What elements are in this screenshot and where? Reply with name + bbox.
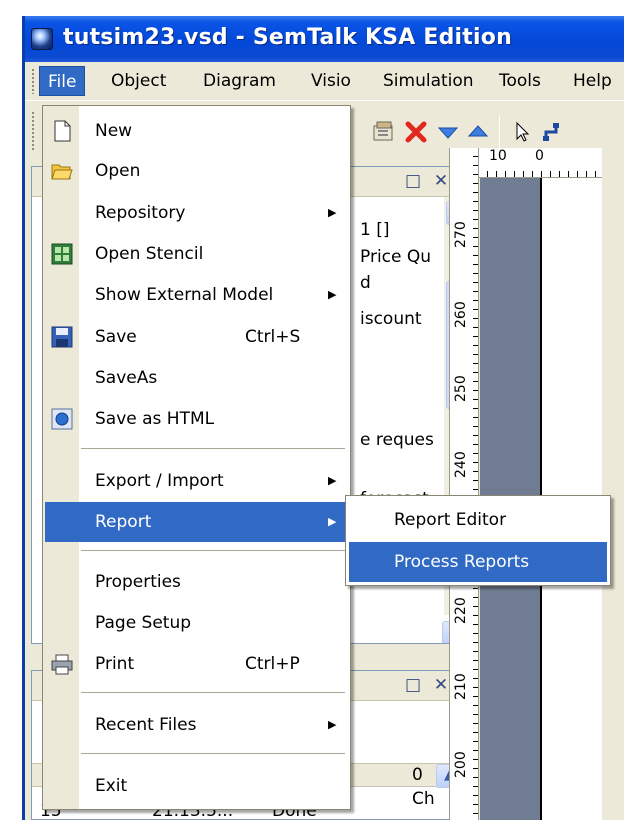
ruler-number: 220 <box>453 597 469 624</box>
window-title: tutsim23.vsd - SemTalk KSA Edition <box>63 25 512 50</box>
pointer-icon[interactable] <box>509 119 535 145</box>
menu-item-label: Open <box>95 161 141 181</box>
menu-item-label: Page Setup <box>95 613 192 633</box>
menu-file-label: File <box>48 72 77 92</box>
menu-item-exit[interactable]: Exit <box>45 766 348 806</box>
menu-diagram[interactable]: Diagram <box>195 66 284 96</box>
panel-text-line: e reques <box>360 430 434 450</box>
menu-item-label: Repository <box>95 203 186 223</box>
panel-text-line: Price Qu <box>360 247 432 267</box>
menu-bar: File Object Diagram Visio Simulation Too… <box>25 62 624 100</box>
toolbar-separator <box>499 115 500 149</box>
app-icon[interactable] <box>31 28 53 50</box>
menu-item-label: Print <box>95 654 135 674</box>
menu-item-properties[interactable]: Properties <box>45 562 348 602</box>
menu-item-show-external-model[interactable]: Show External Model ▶ <box>45 275 348 315</box>
menu-item-save-as-html[interactable]: Save as HTML <box>45 399 348 439</box>
menu-item-saveas[interactable]: SaveAs <box>45 358 348 398</box>
horizontal-ruler: 10 0 <box>479 148 602 178</box>
ruler-number: 250 <box>453 375 469 402</box>
menu-item-save[interactable]: Save Ctrl+S <box>45 317 348 357</box>
menu-item-print[interactable]: Print Ctrl+P <box>45 644 348 684</box>
ruler-number: 210 <box>453 673 469 700</box>
submenu-item-report-editor[interactable]: Report Editor <box>349 500 607 540</box>
menu-object[interactable]: Object <box>103 66 174 96</box>
menu-item-shortcut: Ctrl+P <box>245 654 300 674</box>
column-header: 0 <box>412 765 423 785</box>
toolbar-grip[interactable] <box>31 111 35 151</box>
menu-item-recent-files[interactable]: Recent Files ▶ <box>45 705 348 745</box>
menubar-grip[interactable] <box>31 68 35 94</box>
menu-item-label: Report <box>95 512 152 532</box>
file-menu: New Open Repository ▶ Open Stencil Show … <box>42 105 351 810</box>
menu-separator <box>81 550 345 551</box>
menu-item-label: Save as HTML <box>95 409 215 429</box>
panel-text-line: 1 [] <box>360 220 390 240</box>
ruler-number: 240 <box>453 451 469 478</box>
panel-text-line: d <box>360 273 371 293</box>
ruler-number: 10 <box>489 148 507 164</box>
menu-separator <box>81 448 345 449</box>
menu-item-label: Open Stencil <box>95 244 204 264</box>
submenu-item-label: Report Editor <box>394 510 507 530</box>
menu-item-label: New <box>95 121 133 141</box>
menu-simulation[interactable]: Simulation <box>375 66 482 96</box>
connector-icon[interactable] <box>541 119 567 145</box>
ruler-number: 270 <box>453 221 469 248</box>
move-down-icon[interactable] <box>435 119 461 145</box>
move-up-icon[interactable] <box>465 119 491 145</box>
submenu-arrow-icon: ▶ <box>328 718 337 731</box>
submenu-item-process-reports[interactable]: Process Reports <box>349 542 607 582</box>
save-icon <box>51 326 73 348</box>
ruler-number: 200 <box>453 751 469 778</box>
printer-icon <box>51 653 73 675</box>
restore-icon[interactable]: □ <box>402 170 424 192</box>
menu-item-repository[interactable]: Repository ▶ <box>45 193 348 233</box>
menu-help[interactable]: Help <box>565 66 620 96</box>
menu-item-report[interactable]: Report ▶ <box>45 502 348 542</box>
menu-separator <box>81 753 345 754</box>
menu-item-label: Export / Import <box>95 471 224 491</box>
menu-item-label: Properties <box>95 572 181 592</box>
ruler-number: 260 <box>453 301 469 328</box>
submenu-arrow-icon: ▶ <box>328 288 337 301</box>
stencil-icon <box>51 243 73 265</box>
restore-icon[interactable]: □ <box>402 674 424 696</box>
open-folder-icon <box>51 160 73 182</box>
new-document-icon <box>51 120 73 142</box>
menu-item-label: Exit <box>95 776 128 796</box>
submenu-arrow-icon: ▶ <box>328 206 337 219</box>
menu-item-open-stencil[interactable]: Open Stencil <box>45 234 348 274</box>
menu-tools[interactable]: Tools <box>491 66 549 96</box>
menu-item-new[interactable]: New <box>45 111 348 151</box>
cell-value: Ch <box>412 789 435 809</box>
report-submenu: Report Editor Process Reports <box>345 495 611 586</box>
submenu-arrow-icon: ▶ <box>328 515 337 528</box>
submenu-item-label: Process Reports <box>394 552 530 572</box>
menu-item-label: Show External Model <box>95 285 274 305</box>
vertical-ruler: 270 260 250 240 220 210 200 <box>449 148 479 820</box>
ruler-number: 0 <box>535 148 544 164</box>
menu-item-page-setup[interactable]: Page Setup <box>45 603 348 643</box>
menu-item-label: Recent Files <box>95 715 197 735</box>
submenu-arrow-icon: ▶ <box>328 474 337 487</box>
menu-item-label: Save <box>95 327 137 347</box>
panel-text-line: iscount <box>360 309 422 329</box>
menu-visio[interactable]: Visio <box>303 66 359 96</box>
properties-icon[interactable] <box>371 119 397 145</box>
html-icon <box>51 408 73 430</box>
menu-file[interactable]: File <box>39 66 86 96</box>
menu-item-label: SaveAs <box>95 368 158 388</box>
menu-item-export-import[interactable]: Export / Import ▶ <box>45 461 348 501</box>
title-bar[interactable]: tutsim23.vsd - SemTalk KSA Edition <box>25 16 624 62</box>
menu-item-open[interactable]: Open <box>45 151 348 191</box>
menu-item-shortcut: Ctrl+S <box>245 327 301 347</box>
delete-icon[interactable] <box>403 119 429 145</box>
menu-separator <box>81 692 345 693</box>
